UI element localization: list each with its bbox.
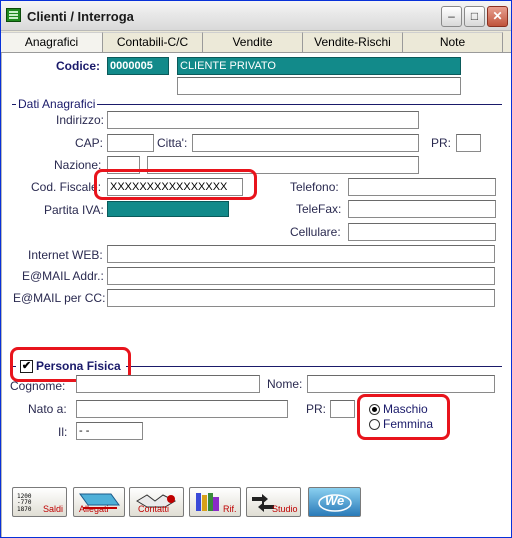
highlight-box — [94, 169, 257, 200]
telefono-label: Telefono: — [290, 180, 339, 194]
partita-iva-field[interactable] — [107, 201, 229, 217]
tab-vendite[interactable]: Vendite — [203, 32, 303, 52]
nazione-label: Nazione: — [54, 158, 102, 172]
nato-field[interactable] — [76, 400, 288, 418]
books-icon — [196, 493, 219, 511]
tab-anagrafici[interactable]: Anagrafici — [1, 32, 103, 52]
highlight-box — [357, 394, 450, 440]
cellulare-field[interactable] — [348, 223, 496, 241]
email-label: E@MAIL Addr.: — [22, 269, 104, 283]
svg-text:-770: -770 — [17, 499, 32, 506]
saldi-button[interactable]: 1200 -770 1870 Saldi — [12, 487, 67, 517]
tab-vendite-rischi[interactable]: Vendite-Rischi — [303, 32, 403, 52]
window-title: Clienti / Interroga — [27, 9, 134, 24]
tab-bar: Anagrafici Contabili-C/C Vendite Vendite… — [1, 31, 511, 53]
close-button[interactable]: ✕ — [487, 6, 508, 27]
citta-field[interactable] — [192, 134, 419, 152]
section-dati-anagrafici: Dati Anagrafici — [16, 97, 98, 111]
cap-field[interactable] — [107, 134, 154, 152]
partita-iva-label: Partita IVA: — [44, 203, 104, 217]
pr-label: PR: — [306, 402, 327, 416]
pr-label: PR: — [431, 136, 452, 150]
numbers-icon: 1200-7701870 — [17, 493, 32, 513]
svg-text:1870: 1870 — [17, 506, 32, 513]
studio-button[interactable]: Studio — [246, 487, 301, 517]
app-window: Clienti / Interroga – □ ✕ Anagrafici Con… — [0, 0, 512, 538]
tab-note[interactable]: Note — [403, 32, 503, 52]
nato-label: Nato a: — [28, 402, 67, 416]
we-button[interactable]: We — [308, 487, 361, 517]
indirizzo-field[interactable] — [107, 111, 419, 129]
allegati-label: Allegati — [79, 504, 109, 514]
email-cc-label: E@MAIL per CC: — [13, 291, 106, 305]
il-label: Il: — [58, 425, 68, 439]
telefono-field[interactable] — [348, 178, 496, 196]
internet-field[interactable] — [107, 245, 495, 263]
minimize-button[interactable]: – — [441, 6, 462, 27]
client-name-field-2[interactable] — [177, 77, 461, 95]
contatti-label: Contatti — [138, 504, 170, 514]
citta-label: Citta': — [157, 136, 188, 150]
pr-field[interactable] — [456, 134, 481, 152]
maximize-button[interactable]: □ — [464, 6, 485, 27]
cellulare-label: Cellulare: — [290, 225, 341, 239]
client-name-field[interactable]: CLIENTE PRIVATO — [177, 57, 461, 75]
cognome-label: Cognome: — [10, 379, 66, 393]
cap-label: CAP: — [75, 136, 104, 150]
allegati-button[interactable]: Allegati — [73, 487, 125, 517]
rif-button[interactable]: Rif. — [189, 487, 241, 517]
we-label: We — [325, 493, 345, 508]
cognome-field[interactable] — [76, 375, 260, 393]
telefax-label: TeleFax: — [296, 202, 342, 216]
title-bar: Clienti / Interroga – □ ✕ — [1, 1, 511, 31]
anagrafici-panel: Codice: 0000005 CLIENTE PRIVATO Dati Ana… — [1, 53, 511, 537]
telefax-field[interactable] — [348, 200, 496, 218]
pr-field[interactable] — [330, 400, 355, 418]
cod-fiscale-label: Cod. Fiscale: — [31, 180, 102, 194]
birth-date-field[interactable]: - - — [76, 422, 143, 440]
internet-label: Internet WEB: — [28, 248, 103, 262]
nome-field[interactable] — [307, 375, 495, 393]
app-icon — [6, 8, 21, 22]
saldi-label: Saldi — [43, 504, 64, 514]
email-cc-field[interactable] — [107, 289, 495, 307]
tab-contabili[interactable]: Contabili-C/C — [103, 32, 203, 52]
rif-label: Rif. — [223, 504, 237, 514]
codice-label: Codice: — [56, 59, 101, 73]
email-field[interactable] — [107, 267, 495, 285]
nome-label: Nome: — [267, 377, 303, 391]
studio-label: Studio — [272, 504, 298, 514]
contatti-button[interactable]: Contatti — [129, 487, 184, 517]
indirizzo-label: Indirizzo: — [56, 113, 105, 127]
codice-field[interactable]: 0000005 — [107, 57, 169, 75]
